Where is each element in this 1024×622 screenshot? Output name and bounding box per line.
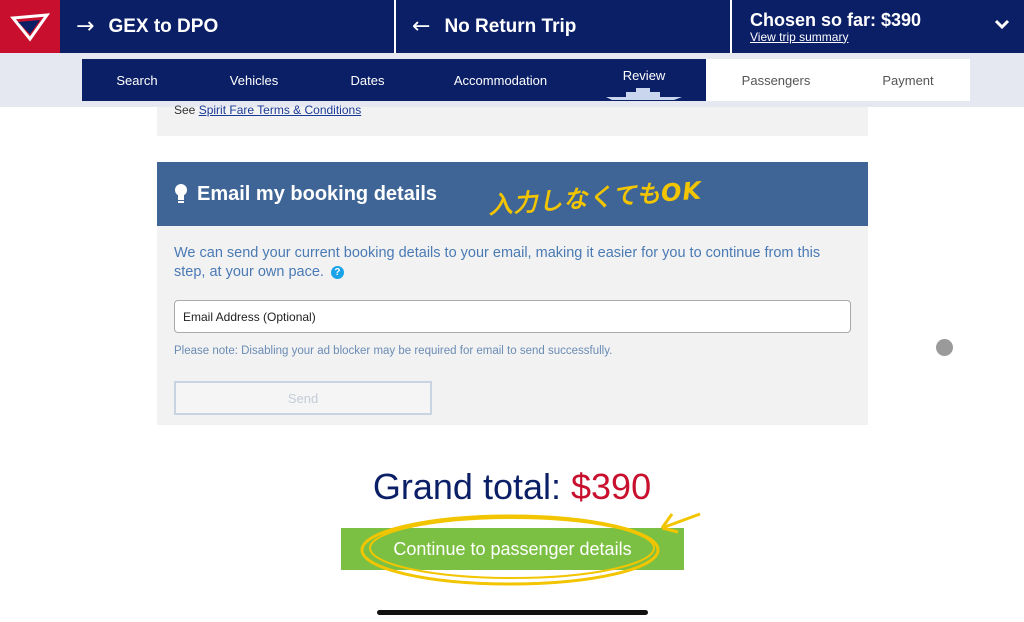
- email-description: We can send your current booking details…: [174, 244, 844, 282]
- ad-blocker-note: Please note: Disabling your ad blocker m…: [174, 345, 613, 357]
- assistive-touch-dot[interactable]: [936, 339, 953, 356]
- ferry-icon: [606, 88, 682, 100]
- terms-line: See Spirit Fare Terms & Conditions: [174, 103, 361, 117]
- step-passengers[interactable]: Passengers: [706, 59, 846, 101]
- home-indicator[interactable]: [377, 610, 648, 615]
- view-trip-summary-link[interactable]: View trip summary: [750, 30, 921, 44]
- step-review-label: Review: [622, 68, 666, 83]
- grand-total: Grand total: $390: [0, 466, 1024, 508]
- help-icon[interactable]: ?: [330, 266, 344, 279]
- outbound-trip[interactable]: → GEX to DPO: [60, 0, 396, 53]
- outbound-route: GEX to DPO: [108, 15, 219, 37]
- top-bar: → GEX to DPO ← No Return Trip Chosen so …: [0, 0, 1024, 53]
- chevron-down-icon[interactable]: [994, 14, 1010, 35]
- email-panel-title: Email my booking details: [197, 182, 438, 205]
- continue-button[interactable]: Continue to passenger details: [341, 528, 684, 570]
- email-field[interactable]: [174, 300, 851, 333]
- brand-logo[interactable]: [0, 0, 60, 53]
- step-review[interactable]: Review: [582, 59, 706, 101]
- return-trip[interactable]: ← No Return Trip: [396, 0, 732, 53]
- step-payment[interactable]: Payment: [846, 59, 970, 101]
- step-accommodation[interactable]: Accommodation: [419, 59, 582, 101]
- terms-link[interactable]: Spirit Fare Terms & Conditions: [199, 103, 362, 117]
- grand-total-amount: $390: [571, 466, 652, 507]
- grand-total-label: Grand total:: [372, 466, 571, 507]
- return-route: No Return Trip: [444, 15, 577, 37]
- email-description-text: We can send your current booking details…: [174, 245, 821, 280]
- arrow-right-icon: →: [76, 14, 95, 39]
- booking-steps: Search Vehicles Dates Accommodation Revi…: [82, 59, 970, 101]
- send-button[interactable]: Send: [174, 381, 432, 415]
- brand-logo-mark: [10, 12, 50, 41]
- arrow-left-icon: ←: [412, 14, 431, 39]
- step-vehicles[interactable]: Vehicles: [192, 59, 316, 101]
- trip-summary[interactable]: Chosen so far: $390 View trip summary: [732, 0, 1024, 53]
- lightbulb-icon: [175, 184, 187, 203]
- terms-prefix: See: [174, 103, 199, 117]
- step-dates[interactable]: Dates: [316, 59, 419, 101]
- chosen-so-far: Chosen so far: $390: [750, 9, 922, 30]
- step-search[interactable]: Search: [82, 59, 192, 101]
